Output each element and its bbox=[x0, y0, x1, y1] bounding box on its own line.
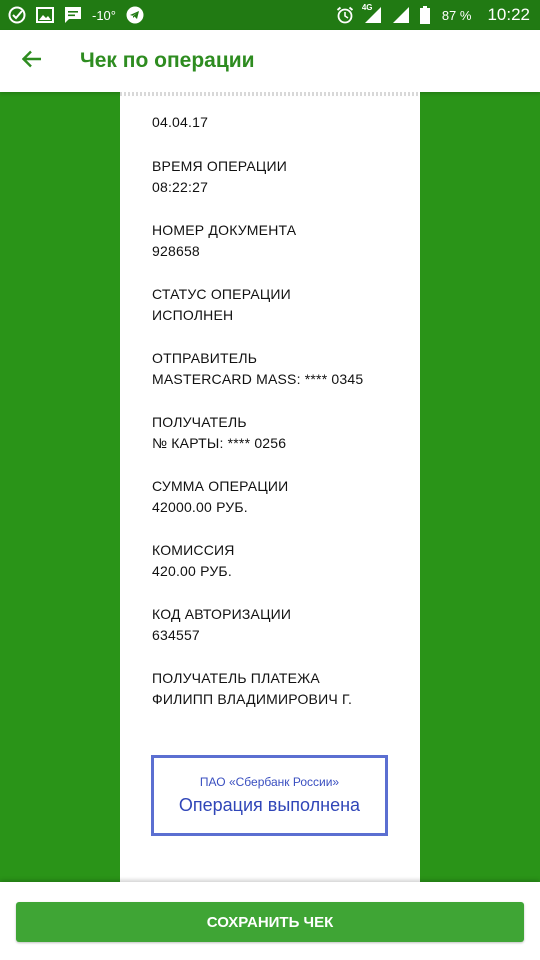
signal-icon: 4G bbox=[361, 3, 382, 24]
field-label: ПОЛУЧАТЕЛЬ bbox=[152, 414, 247, 430]
signal-icon-2 bbox=[392, 6, 410, 24]
field-label: ОТПРАВИТЕЛЬ bbox=[152, 350, 258, 366]
receipt-field-recipient: ПОЛУЧАТЕЛЬ № КАРТЫ: **** 0256 bbox=[152, 412, 420, 454]
telegram-icon bbox=[126, 6, 144, 24]
field-value: ФИЛИПП ВЛАДИМИРОВИЧ Г. bbox=[152, 691, 353, 707]
status-bar-left: -10° bbox=[8, 6, 144, 24]
stamp-bank-name: ПАО «Сбербанк России» bbox=[199, 775, 340, 789]
field-label: ВРЕМЯ ОПЕРАЦИИ bbox=[152, 158, 287, 174]
field-label: ПОЛУЧАТЕЛЬ ПЛАТЕЖА bbox=[152, 670, 320, 686]
back-button[interactable] bbox=[0, 30, 64, 92]
alarm-icon bbox=[336, 6, 354, 24]
field-label: НОМЕР ДОКУМЕНТА bbox=[152, 222, 297, 238]
stamp-status: Операция выполнена bbox=[178, 795, 361, 815]
battery-icon bbox=[419, 6, 430, 24]
temperature-text: -10° bbox=[92, 7, 116, 23]
network-type-text: 4G bbox=[361, 3, 373, 12]
receipt-field-payee: ПОЛУЧАТЕЛЬ ПЛАТЕЖА ФИЛИПП ВЛАДИМИРОВИЧ Г… bbox=[152, 668, 420, 710]
field-label: СУММА ОПЕРАЦИИ bbox=[152, 478, 289, 494]
arrow-left-icon bbox=[21, 50, 42, 73]
receipt: 04.04.17 ВРЕМЯ ОПЕРАЦИИ 08:22:27 НОМЕР Д… bbox=[120, 92, 420, 882]
receipt-field-sender: ОТПРАВИТЕЛЬ MASTERCARD MASS: **** 0345 bbox=[152, 348, 420, 390]
receipt-perforation bbox=[120, 92, 420, 96]
field-label: СТАТУС ОПЕРАЦИИ bbox=[152, 286, 291, 302]
app-bar: Чек по операции bbox=[0, 30, 540, 92]
bottom-bar: СОХРАНИТЬ ЧЕК bbox=[0, 882, 540, 960]
sberbank-icon bbox=[8, 6, 26, 24]
save-receipt-button[interactable]: СОХРАНИТЬ ЧЕК bbox=[16, 902, 524, 942]
field-value: 928658 bbox=[152, 243, 200, 259]
field-value: 634557 bbox=[152, 627, 200, 643]
receipt-field-status: СТАТУС ОПЕРАЦИИ ИСПОЛНЕН bbox=[152, 284, 420, 326]
field-label: КОМИССИЯ bbox=[152, 542, 235, 558]
receipt-field-amount: СУММА ОПЕРАЦИИ 42000.00 РУБ. bbox=[152, 476, 420, 518]
receipt-field-time: ВРЕМЯ ОПЕРАЦИИ 08:22:27 bbox=[152, 156, 420, 198]
field-value: № КАРТЫ: **** 0256 bbox=[152, 435, 287, 451]
bank-stamp: ПАО «Сбербанк России» Операция выполнена bbox=[151, 755, 388, 836]
receipt-field-commission: КОМИССИЯ 420.00 РУБ. bbox=[152, 540, 420, 582]
page-title: Чек по операции bbox=[80, 49, 255, 72]
clock: 10:22 bbox=[487, 5, 530, 24]
status-bar-right: 4G 87 % 10:22 bbox=[336, 3, 530, 25]
message-icon bbox=[64, 6, 82, 24]
field-value: 42000.00 РУБ. bbox=[152, 499, 248, 515]
field-label: КОД АВТОРИЗАЦИИ bbox=[152, 606, 292, 622]
image-icon bbox=[36, 6, 54, 24]
receipt-field-document-number: НОМЕР ДОКУМЕНТА 928658 bbox=[152, 220, 420, 262]
status-bar: -10° 4G 87 % 10:22 bbox=[0, 0, 540, 30]
receipt-date: 04.04.17 bbox=[152, 114, 209, 130]
field-value: ИСПОЛНЕН bbox=[152, 307, 234, 323]
field-value: MASTERCARD MASS: **** 0345 bbox=[152, 371, 364, 387]
receipt-field-auth-code: КОД АВТОРИЗАЦИИ 634557 bbox=[152, 604, 420, 646]
field-value: 08:22:27 bbox=[152, 179, 209, 195]
field-value: 420.00 РУБ. bbox=[152, 563, 232, 579]
battery-percent: 87 % bbox=[441, 7, 472, 23]
